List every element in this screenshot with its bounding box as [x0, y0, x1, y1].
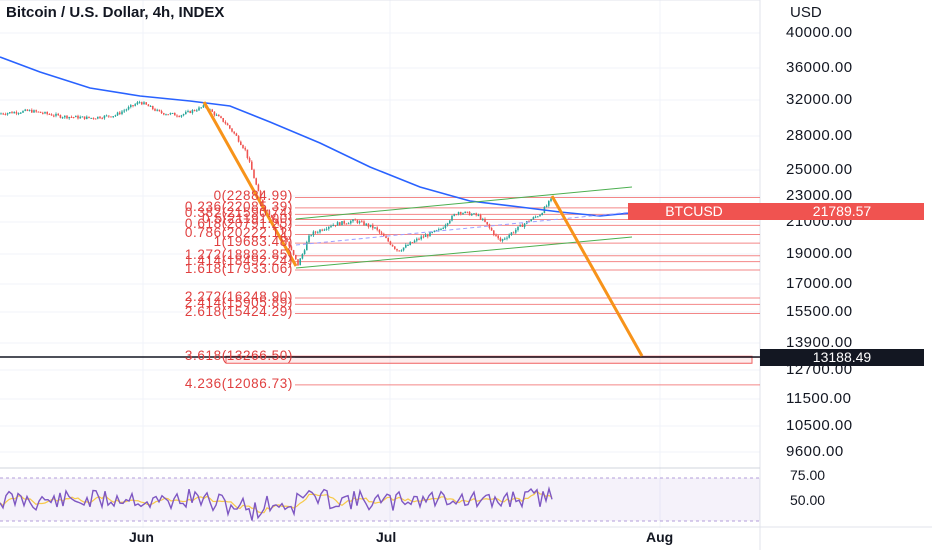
last-price-badge: 21789.57 [760, 203, 924, 220]
ticker-badge: BTCUSD [628, 203, 760, 220]
fib-level-label: 4.236(12086.73) [184, 375, 293, 391]
fib-level-label: 2.618(15424.29) [184, 304, 293, 320]
price-tick: 25000.00 [786, 161, 853, 178]
price-tick: 19000.00 [786, 245, 853, 262]
price-tick: 40000.00 [786, 24, 853, 41]
price-tick: 10500.00 [786, 417, 853, 434]
price-tick: 17000.00 [786, 275, 853, 292]
rsi-panel [0, 477, 760, 522]
rsi-tick: 50.00 [790, 492, 826, 508]
price-tick: 32000.00 [786, 91, 853, 108]
fib-lines [0, 196, 760, 386]
price-tick: 9600.00 [786, 443, 844, 460]
price-tick: 36000.00 [786, 59, 853, 76]
date-tick: Aug [646, 529, 674, 545]
price-tick: 23000.00 [786, 187, 853, 204]
date-tick: Jun [129, 529, 154, 545]
price-tick: 15500.00 [786, 303, 853, 320]
price-tick: 28000.00 [786, 127, 853, 144]
rsi-tick: 75.00 [790, 467, 826, 483]
price-tick: 11500.00 [786, 390, 852, 407]
fib-level-label: 1.618(17933.06) [184, 261, 293, 276]
fib-level-label: 3.618(13266.50) [184, 348, 293, 364]
currency-label: USD [790, 4, 822, 21]
chart-title: Bitcoin / U.S. Dollar, 4h, INDEX [6, 4, 225, 21]
date-tick: Jul [376, 529, 397, 545]
cursor-price-badge: 13188.49 [760, 349, 924, 366]
